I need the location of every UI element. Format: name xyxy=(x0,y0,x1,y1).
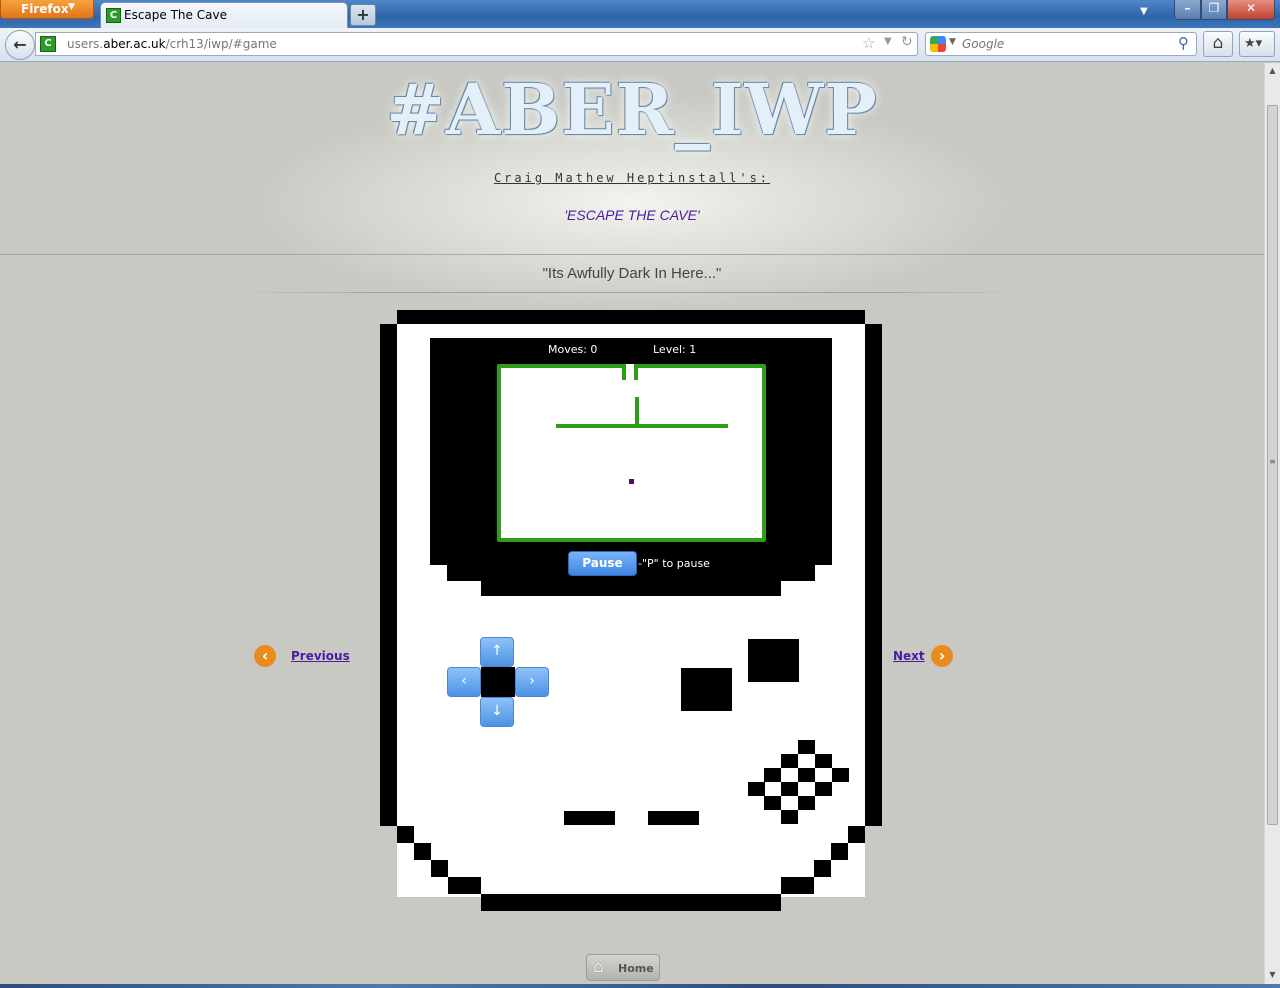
gameboy-outline-corner xyxy=(814,860,831,877)
google-engine-icon[interactable] xyxy=(930,36,946,52)
header-divider xyxy=(0,254,1264,255)
site-favicon-icon: C xyxy=(106,8,121,23)
page-tagline: "Its Awfully Dark In Here..." xyxy=(542,265,722,282)
bookmarks-icon: ★▾ xyxy=(1244,36,1263,51)
firefox-menu-label: Firefox xyxy=(21,2,69,16)
author-line: Craig Mathew Heptinstall's: xyxy=(493,171,771,185)
scroll-thumb[interactable]: ≡ xyxy=(1267,105,1278,825)
dpad-down-button[interactable]: ↓ xyxy=(480,697,514,727)
game-screen-bezel-step xyxy=(481,581,781,596)
gameboy-outline-corner xyxy=(414,843,431,860)
gameboy-start-button xyxy=(648,811,699,825)
gameboy-outline-bottom xyxy=(481,894,781,911)
next-label: Next xyxy=(893,649,925,663)
home-button[interactable]: ⌂ xyxy=(1203,31,1233,57)
tab-list-dropdown-icon[interactable]: ▼ xyxy=(1140,6,1148,17)
window-titlebar: Firefox ▼ C Escape The Cave + ▼ – ❐ ✕ xyxy=(0,0,1280,29)
pause-button[interactable]: Pause xyxy=(568,551,637,576)
back-arrow-icon: ← xyxy=(13,35,27,54)
browser-tab[interactable]: C Escape The Cave xyxy=(100,2,348,29)
back-button[interactable]: ← xyxy=(5,30,35,60)
gameboy-outline-top xyxy=(397,310,865,324)
page-viewport: #ABER_IWP Craig Mathew Heptinstall's: 'E… xyxy=(0,63,1264,984)
game-title: 'ESCAPE THE CAVE' xyxy=(564,207,700,223)
site-logo: #ABER_IWP xyxy=(386,68,878,151)
gameboy-outline-corner xyxy=(431,860,448,877)
scroll-up-arrow-icon[interactable]: ▲ xyxy=(1265,63,1280,79)
tagline-divider xyxy=(235,292,1025,293)
url-domain: aber.ac.uk xyxy=(103,37,166,51)
vertical-scrollbar[interactable]: ▲ ≡ ▼ xyxy=(1264,63,1280,984)
restore-button[interactable]: ❐ xyxy=(1201,0,1227,20)
gameboy-outline-corner xyxy=(397,826,414,843)
pause-hint: -"P" to pause xyxy=(638,557,710,570)
previous-label: Previous xyxy=(291,649,350,663)
dpad-right-button[interactable]: › xyxy=(515,667,549,697)
home-footer-button[interactable]: ⌂ Home xyxy=(586,954,660,981)
reload-icon[interactable]: ↻ xyxy=(901,34,913,50)
home-footer-label: Home xyxy=(618,962,654,975)
gameboy-select-button xyxy=(564,811,615,825)
cave-wall-horizontal xyxy=(556,424,728,428)
gameboy-outline-corner xyxy=(448,877,481,894)
dpad-left-button[interactable]: ‹ xyxy=(447,667,481,697)
tab-title: Escape The Cave xyxy=(124,8,227,22)
gameboy-outline-left xyxy=(380,324,397,826)
chevron-left-icon: ‹ xyxy=(254,645,276,667)
moves-counter: Moves: 0 xyxy=(548,343,598,356)
engine-dropdown-icon[interactable]: ▼ xyxy=(949,37,956,47)
navigation-toolbar: ← C users.aber.ac.uk/crh13/iwp/#game ☆ ▼… xyxy=(0,28,1280,62)
cave-wall-vertical xyxy=(635,397,639,424)
bookmarks-button[interactable]: ★▾ xyxy=(1239,31,1275,57)
site-identity-icon: C xyxy=(40,36,56,52)
url-history-dropdown-icon[interactable]: ▼ xyxy=(884,36,892,47)
close-window-button[interactable]: ✕ xyxy=(1227,0,1275,20)
player-marker xyxy=(629,479,634,484)
gameboy-outline-right xyxy=(865,324,882,826)
home-icon: ⌂ xyxy=(593,957,604,977)
search-input[interactable] xyxy=(962,37,1172,51)
new-tab-button[interactable]: + xyxy=(350,4,376,26)
gameboy-outline-corner xyxy=(831,843,848,860)
scroll-grip-icon: ≡ xyxy=(1269,457,1276,466)
cave-wall-gap-right xyxy=(634,364,638,380)
firefox-menu-button[interactable]: Firefox ▼ xyxy=(0,0,94,19)
dpad-center xyxy=(481,667,515,697)
star-icon[interactable]: ☆ xyxy=(862,34,875,52)
url-subdomain: users. xyxy=(67,37,104,51)
cave-exit-opening xyxy=(626,364,634,368)
url-text[interactable]: users.aber.ac.uk/crh13/iwp/#game xyxy=(67,37,277,51)
magnifier-icon[interactable]: ⚲ xyxy=(1178,34,1189,52)
chevron-down-icon: ▼ xyxy=(68,2,75,12)
url-path: /crh13/iwp/#game xyxy=(165,37,277,51)
address-bar[interactable]: C users.aber.ac.uk/crh13/iwp/#game ☆ ▼ ↻ xyxy=(35,32,918,56)
level-indicator: Level: 1 xyxy=(653,343,697,356)
gameboy-outline-corner xyxy=(848,826,865,843)
taskbar-strip xyxy=(0,984,1280,988)
scroll-down-arrow-icon[interactable]: ▼ xyxy=(1265,967,1280,983)
minimize-button[interactable]: – xyxy=(1174,0,1201,20)
gameboy-b-button xyxy=(681,668,732,711)
chevron-right-icon: › xyxy=(931,645,953,667)
dpad-up-button[interactable]: ↑ xyxy=(480,637,514,667)
gameboy-a-button xyxy=(748,639,799,682)
home-icon: ⌂ xyxy=(1212,33,1224,53)
cave-maze-area xyxy=(497,364,766,542)
gameboy-outline-corner xyxy=(781,877,814,894)
search-bar[interactable]: ▼ ⚲ xyxy=(925,32,1197,56)
